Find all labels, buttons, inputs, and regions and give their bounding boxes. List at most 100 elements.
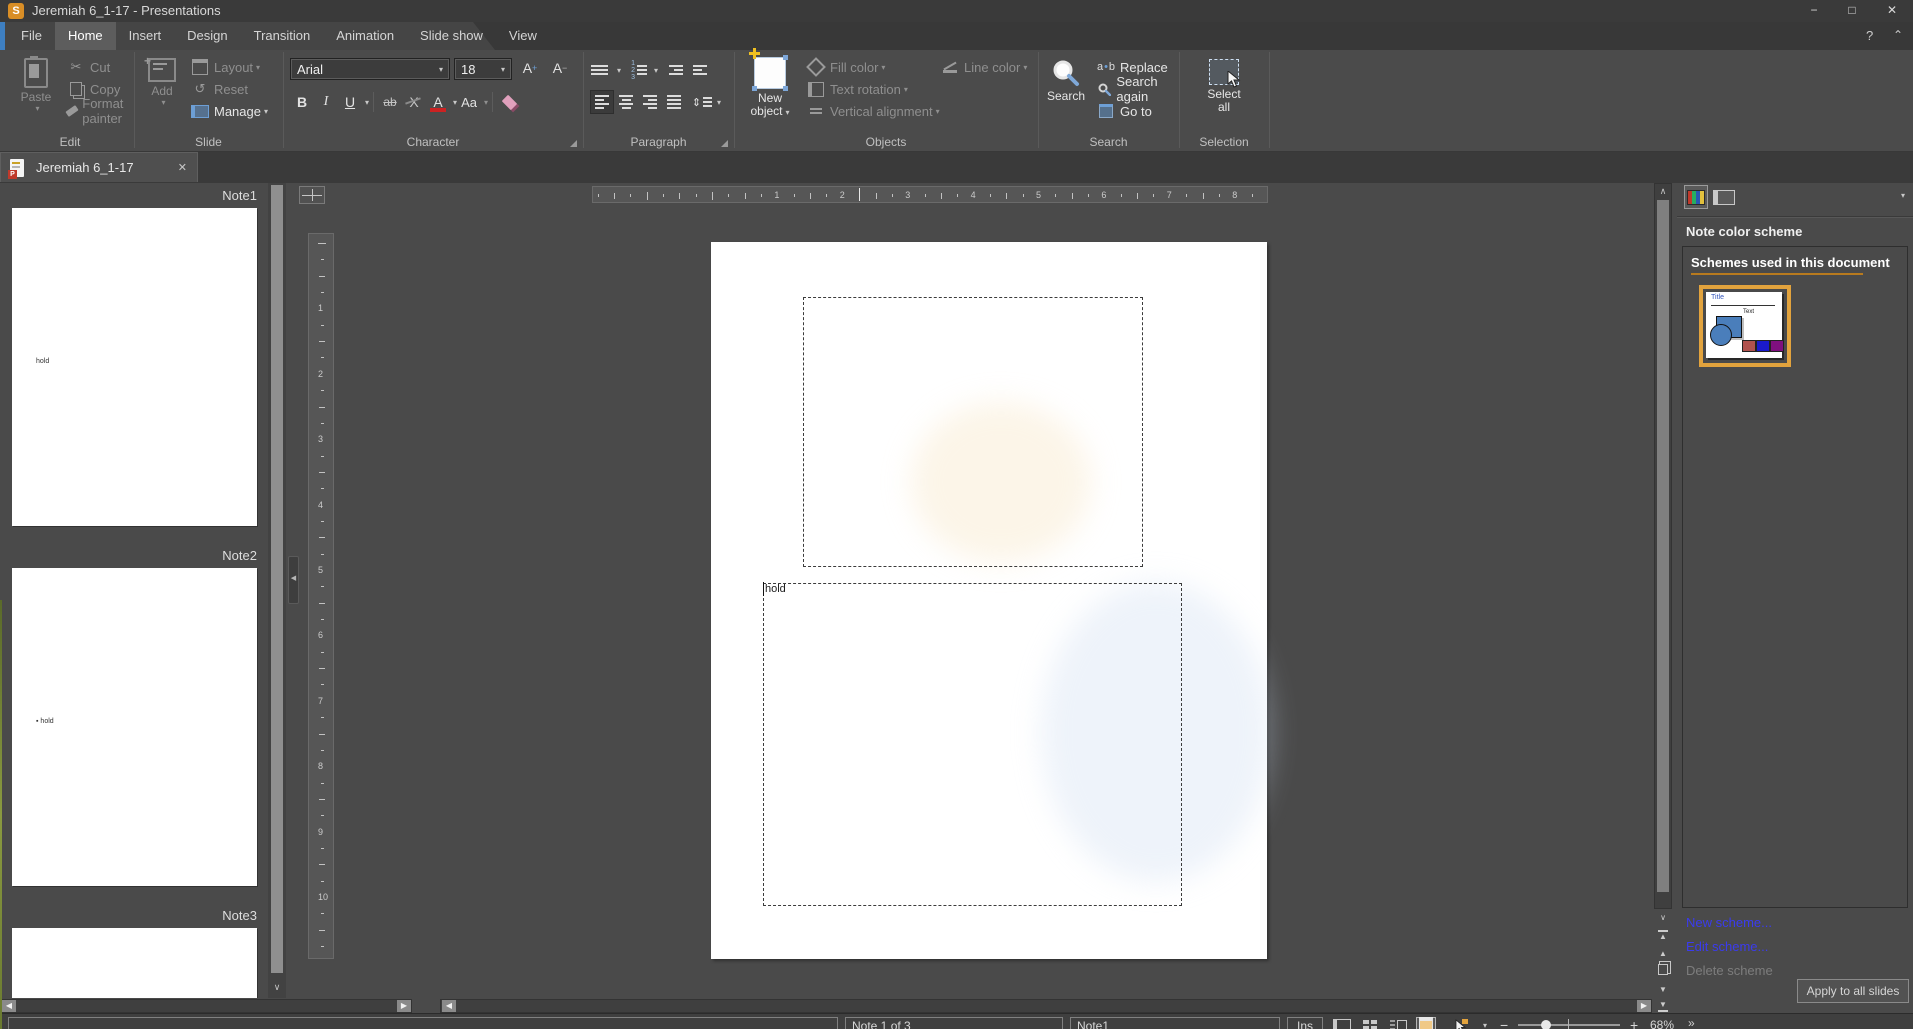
color-scheme-tab-button[interactable] [1684, 185, 1708, 209]
note-thumbnail[interactable]: hold [12, 208, 257, 526]
canvas-vscrollbar-thumb[interactable] [1657, 200, 1669, 892]
notes-scrollbar[interactable] [268, 183, 286, 998]
bold-button[interactable]: B [290, 90, 314, 114]
nav-next-slide-button[interactable]: ▼ [1654, 982, 1672, 998]
title-placeholder[interactable] [803, 297, 1143, 567]
scroll-right-icon[interactable]: ▶ [1637, 1000, 1651, 1012]
numbered-list-button[interactable]: 123 [627, 58, 651, 82]
pointer-mode-button[interactable] [1450, 1017, 1474, 1029]
menu-tab-design[interactable]: Design [174, 22, 240, 50]
grow-font-button[interactable]: A+ [518, 56, 542, 80]
delete-scheme-link[interactable]: Delete scheme [1686, 963, 1773, 978]
help-icon[interactable]: ? [1866, 28, 1873, 43]
search-again-button[interactable]: Search again [1096, 78, 1179, 100]
dialog-launcher-icon[interactable] [570, 140, 577, 147]
apply-to-all-slides-button[interactable]: Apply to all slides [1797, 979, 1909, 1003]
menu-tab-animation[interactable]: Animation [323, 22, 407, 50]
insert-mode-toggle[interactable]: Ins [1287, 1017, 1323, 1029]
align-center-button[interactable] [614, 90, 638, 114]
manage-button[interactable]: Manage ▾ [190, 100, 268, 122]
menu-tab-insert[interactable]: Insert [116, 22, 175, 50]
normal-view-button[interactable] [1332, 1017, 1352, 1029]
zoom-slider-knob[interactable] [1541, 1020, 1551, 1029]
menu-tab-file[interactable]: File [8, 22, 55, 50]
align-right-button[interactable] [638, 90, 662, 114]
slide-name-field[interactable]: Note1 [1070, 1017, 1280, 1029]
dialog-launcher-icon[interactable] [721, 140, 728, 147]
panel-collapse-handle[interactable]: ◀ [288, 556, 299, 604]
chevron-down-icon[interactable]: ▾ [654, 66, 658, 75]
maximize-button[interactable]: □ [1833, 0, 1871, 22]
notes-scroll-down-icon[interactable]: ∨ [268, 979, 286, 995]
zoom-level-value[interactable]: 68% [1650, 1018, 1674, 1029]
format-painter-button[interactable]: Format painter [66, 100, 134, 122]
text-rotation-button[interactable]: Text rotation ▾ [806, 78, 940, 100]
tab-close-icon[interactable]: ✕ [178, 161, 187, 174]
vertical-alignment-button[interactable]: Vertical alignment ▾ [806, 100, 940, 122]
align-left-button[interactable] [590, 90, 614, 114]
font-size-select[interactable]: 18 ▾ [454, 58, 512, 80]
notes-horizontal-scrollbar[interactable]: ◀ ▶ [0, 999, 412, 1013]
zoom-in-button[interactable]: + [1630, 1017, 1638, 1029]
scroll-left-icon[interactable]: ◀ [442, 1000, 456, 1012]
scroll-left-icon[interactable]: ◀ [2, 1000, 16, 1012]
underline-button[interactable]: U [338, 90, 362, 114]
body-placeholder[interactable]: hold [763, 583, 1182, 906]
notes-view-button[interactable] [1416, 1017, 1436, 1029]
add-slide-button[interactable]: + Add ▾ [140, 53, 184, 107]
edit-scheme-link[interactable]: Edit scheme... [1686, 939, 1768, 954]
justify-button[interactable] [662, 90, 686, 114]
statusbar-overflow-button[interactable]: » [1688, 1016, 1695, 1029]
menu-tab-view[interactable]: View [496, 22, 550, 50]
scroll-up-icon[interactable]: ∧ [1655, 184, 1671, 198]
note-thumbnail[interactable]: ▪ hold [12, 568, 257, 886]
new-object-button[interactable]: New object▾ [742, 52, 798, 119]
chevron-down-icon[interactable]: ▾ [717, 98, 721, 107]
shrink-font-button[interactable]: A− [548, 56, 572, 80]
scroll-right-icon[interactable]: ▶ [397, 1000, 411, 1012]
chevron-down-icon[interactable]: ▾ [365, 98, 369, 107]
bullet-list-button[interactable] [590, 58, 614, 82]
close-button[interactable]: ✕ [1871, 0, 1913, 22]
line-spacing-button[interactable]: ⇕ [690, 90, 714, 114]
scheme-thumbnail[interactable]: Title Text [1699, 285, 1791, 367]
canvas-horizontal-scrollbar[interactable]: ◀ ▶ [440, 999, 1652, 1013]
increase-indent-button[interactable] [664, 58, 688, 82]
slide-sorter-view-button[interactable] [1360, 1017, 1380, 1029]
nav-first-slide-button[interactable]: ▲ [1654, 928, 1672, 944]
canvas-vertical-scrollbar[interactable]: ∧ [1654, 183, 1672, 909]
note-thumbnail[interactable] [12, 928, 257, 998]
fill-color-button[interactable]: Fill color ▾ [806, 56, 940, 78]
strikethrough-button[interactable]: ab [378, 90, 402, 114]
menu-tab-home[interactable]: Home [55, 22, 116, 50]
font-color-button[interactable]: A [426, 90, 450, 114]
change-case-button[interactable]: Aa [457, 90, 481, 114]
nav-pages-button[interactable] [1654, 964, 1672, 980]
zoom-out-button[interactable]: − [1500, 1017, 1508, 1029]
nav-last-slide-button[interactable]: ▼ [1654, 1000, 1672, 1013]
search-button[interactable]: Search [1042, 54, 1090, 103]
layout-tab-button[interactable] [1712, 185, 1736, 209]
select-all-button[interactable]: Select all [1195, 54, 1253, 114]
highlighter-button[interactable] [497, 90, 521, 114]
menu-tab-slide-show[interactable]: Slide show [407, 22, 496, 50]
subscript-button[interactable]: X [402, 90, 426, 114]
font-name-select[interactable]: Arial ▾ [290, 58, 450, 80]
notes-scrollbar-thumb[interactable] [271, 185, 283, 973]
sidebar-options-chevron-icon[interactable]: ▾ [1901, 191, 1905, 200]
collapse-ribbon-icon[interactable]: ⌃ [1893, 28, 1903, 42]
menu-tab-transition[interactable]: Transition [241, 22, 324, 50]
nav-previous-slide-button[interactable]: ▲ [1654, 946, 1672, 962]
paste-button[interactable]: Paste ▾ [10, 53, 62, 113]
placeholder-text[interactable]: hold [765, 583, 786, 595]
layout-button[interactable]: Layout ▾ [190, 56, 268, 78]
reset-button[interactable]: ↺ Reset [190, 78, 268, 100]
chevron-down-icon[interactable]: ▾ [1479, 1017, 1491, 1029]
decrease-indent-button[interactable] [688, 58, 712, 82]
ruler-origin-button[interactable] [299, 186, 325, 204]
minimize-button[interactable]: − [1795, 0, 1833, 22]
cut-button[interactable]: ✂ Cut [66, 56, 134, 78]
italic-button[interactable]: I [314, 90, 338, 114]
line-color-button[interactable]: Line color ▾ [940, 56, 1027, 78]
zoom-slider-track[interactable] [1518, 1024, 1620, 1026]
